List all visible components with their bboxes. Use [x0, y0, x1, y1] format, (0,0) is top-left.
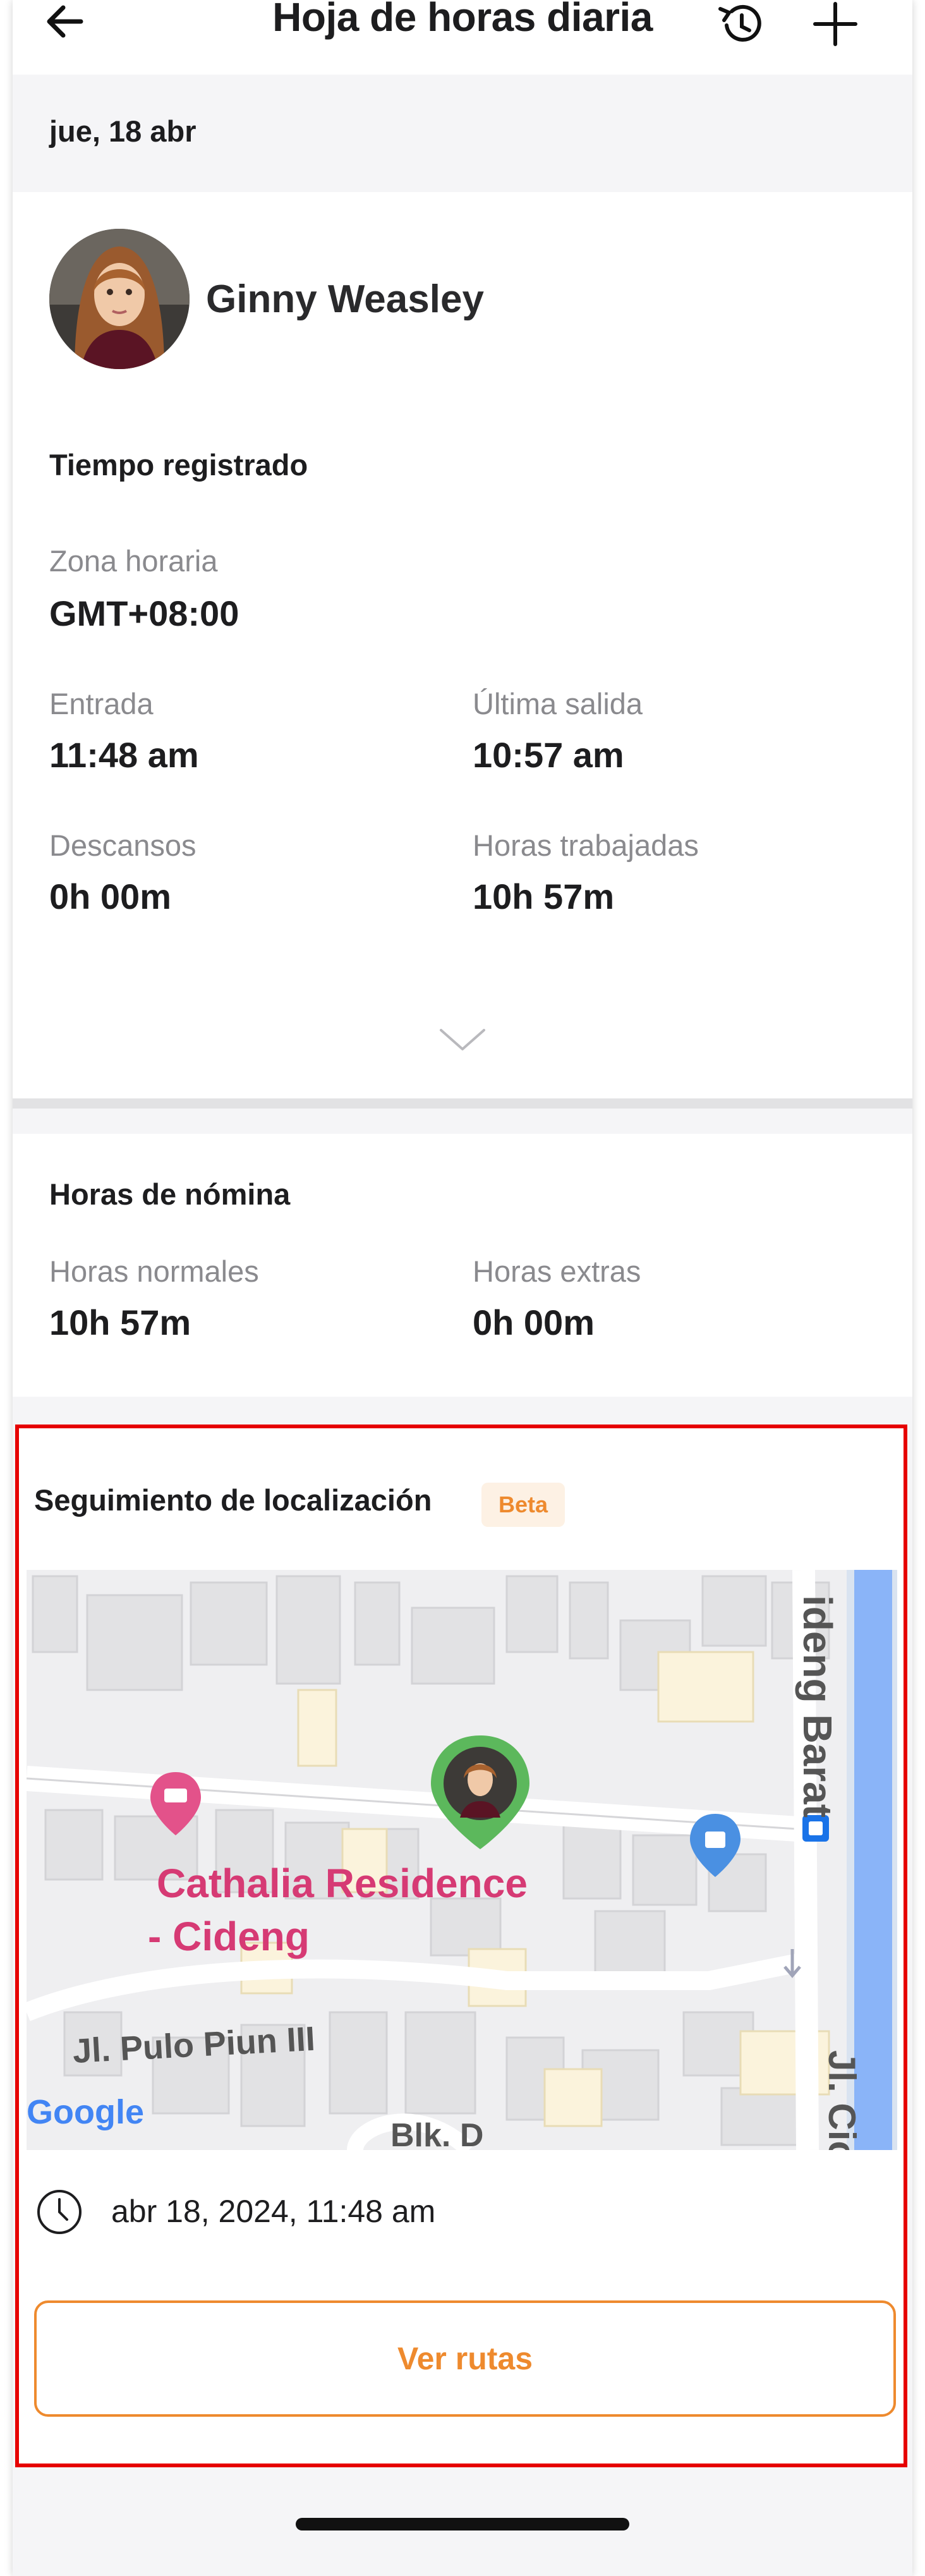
view-routes-button[interactable]: Ver rutas — [34, 2300, 896, 2417]
timestamp-row: abr 18, 2024, 11:48 am — [34, 2180, 855, 2244]
worked-label: Horas trabajadas — [473, 829, 699, 862]
beta-badge: Beta — [481, 1483, 565, 1527]
phone-screen: Hoja de horas diaria jue, 18 abr Ginny W… — [13, 0, 912, 2576]
payroll-title: Horas de nómina — [49, 1177, 291, 1211]
last-out-value: 10:57 am — [473, 735, 624, 775]
chevron-down-icon[interactable] — [437, 1024, 488, 1055]
street-label-cideng-barat: ideng Barat — [795, 1595, 840, 1818]
breaks-label: Descansos — [49, 829, 196, 862]
location-tracking-section: Seguimiento de localización Beta ideng B… — [15, 1425, 907, 2467]
top-bar: Hoja de horas diaria — [13, 0, 912, 75]
date-header: jue, 18 abr — [13, 75, 912, 192]
poi-label-line1: Cathalia Residence — [157, 1861, 528, 1906]
date-label: jue, 18 abr — [49, 114, 196, 148]
overtime-value: 0h 00m — [473, 1303, 595, 1342]
location-title: Seguimiento de localización — [34, 1483, 432, 1517]
poi-label-line2: - Cideng — [148, 1914, 310, 1959]
avatar[interactable] — [49, 229, 190, 369]
tracked-time-title: Tiempo registrado — [49, 448, 308, 482]
tracked-time-card: Tiempo registrado Zona horaria GMT+08:00… — [13, 403, 912, 1098]
breaks-value: 0h 00m — [49, 877, 171, 916]
history-icon[interactable] — [715, 0, 766, 51]
timezone-value: GMT+08:00 — [49, 593, 239, 633]
section-divider — [13, 1098, 912, 1109]
clock-icon — [37, 2190, 82, 2234]
location-map[interactable]: ideng Barat Cathalia Residence - Cideng … — [27, 1570, 897, 2150]
overtime-label: Horas extras — [473, 1255, 641, 1288]
last-out-label: Última salida — [473, 687, 643, 720]
employee-name: Ginny Weasley — [206, 277, 484, 321]
payroll-card: Horas de nómina Horas normales 10h 57m H… — [13, 1134, 912, 1397]
plus-icon[interactable] — [811, 0, 859, 48]
block-label: Blk. D — [390, 2117, 483, 2150]
timezone-label: Zona horaria — [49, 544, 218, 578]
street-label-cic: Jl. Cic — [821, 2050, 863, 2150]
employee-card: Ginny Weasley — [13, 192, 912, 404]
worked-value: 10h 57m — [473, 877, 615, 916]
clock-in-label: Entrada — [49, 687, 154, 720]
home-indicator — [296, 2518, 629, 2530]
regular-hours-value: 10h 57m — [49, 1303, 191, 1342]
arrow-left-icon[interactable] — [44, 0, 88, 44]
clock-in-value: 11:48 am — [49, 735, 199, 775]
regular-hours-label: Horas normales — [49, 1255, 259, 1288]
section-gap — [13, 1109, 912, 1134]
google-logo: Google — [27, 2093, 144, 2131]
page-title: Hoja de horas diaria — [272, 0, 653, 40]
location-timestamp: abr 18, 2024, 11:48 am — [111, 2194, 436, 2229]
